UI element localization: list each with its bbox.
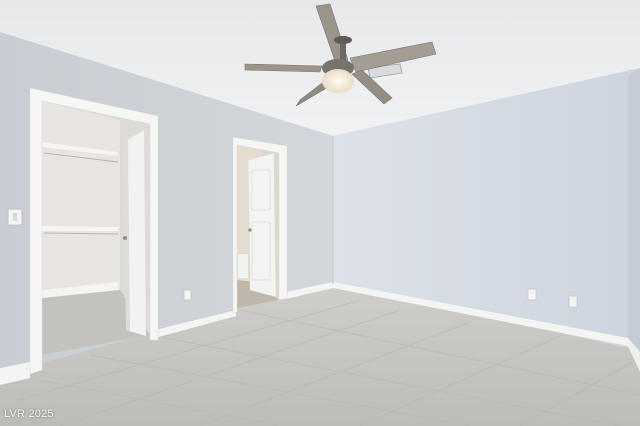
outlet-icon bbox=[527, 288, 537, 301]
right-wall-edge bbox=[628, 68, 640, 370]
bathroom-doorway bbox=[237, 145, 279, 308]
room-scene bbox=[0, 0, 640, 426]
bedroom-photo: LVR 2025 bbox=[0, 0, 640, 426]
outlet-icon bbox=[183, 289, 192, 301]
photo-watermark: LVR 2025 bbox=[4, 408, 54, 420]
outlet-icon bbox=[568, 295, 578, 308]
walk-in-closet bbox=[42, 101, 150, 355]
toilet bbox=[238, 254, 248, 278]
